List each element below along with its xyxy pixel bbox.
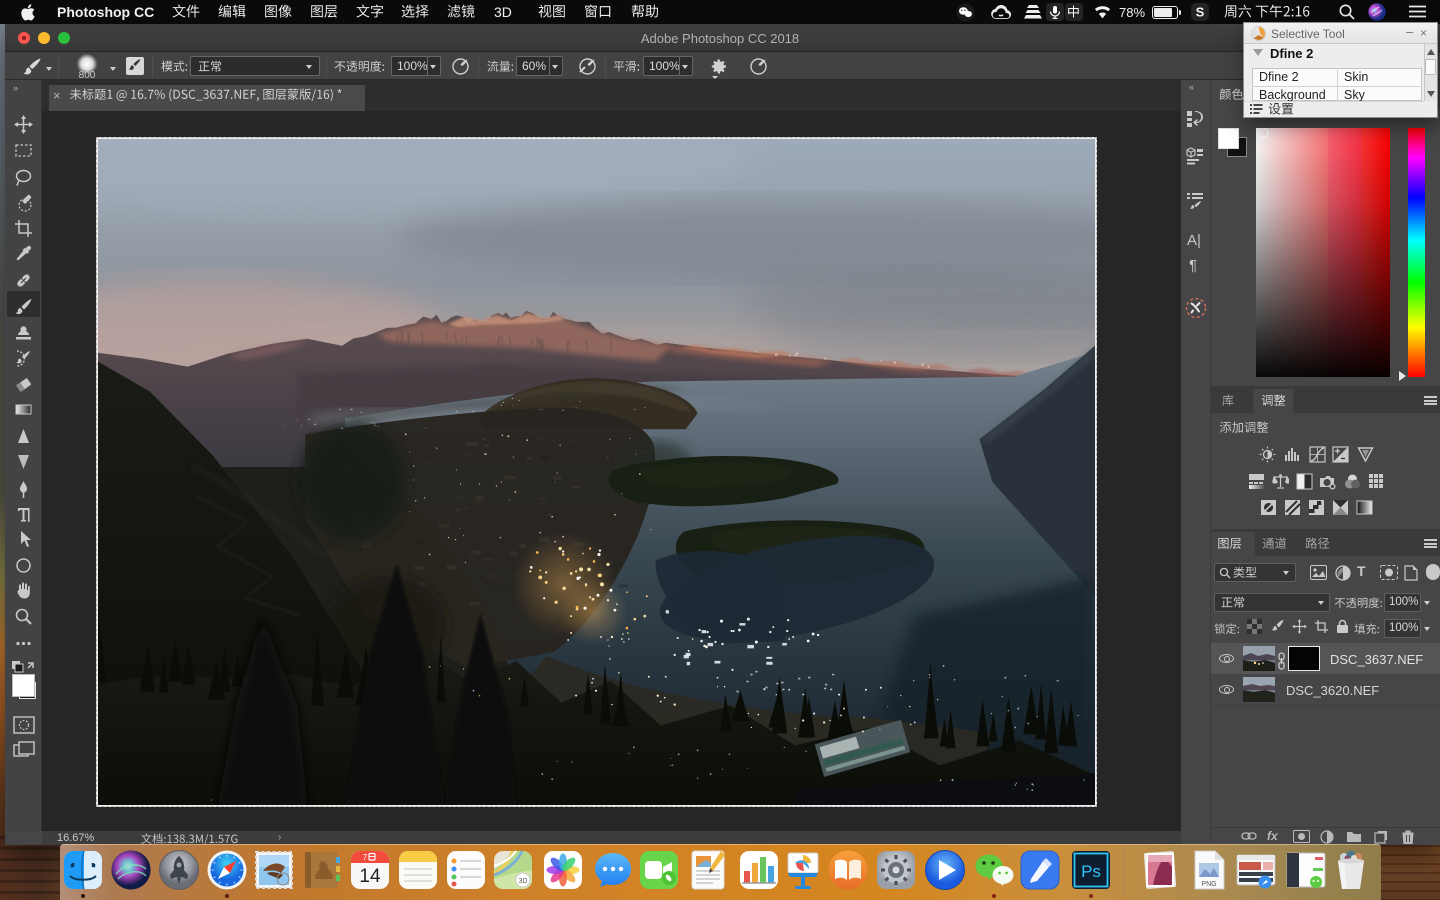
svg-text:PNG: PNG bbox=[1201, 881, 1216, 888]
svg-text:Ps: Ps bbox=[1081, 862, 1101, 881]
svg-text:3D: 3D bbox=[519, 878, 528, 885]
svg-text:14: 14 bbox=[359, 866, 381, 887]
svg-text:S: S bbox=[1196, 5, 1205, 20]
svg-text:7: 7 bbox=[363, 853, 368, 862]
